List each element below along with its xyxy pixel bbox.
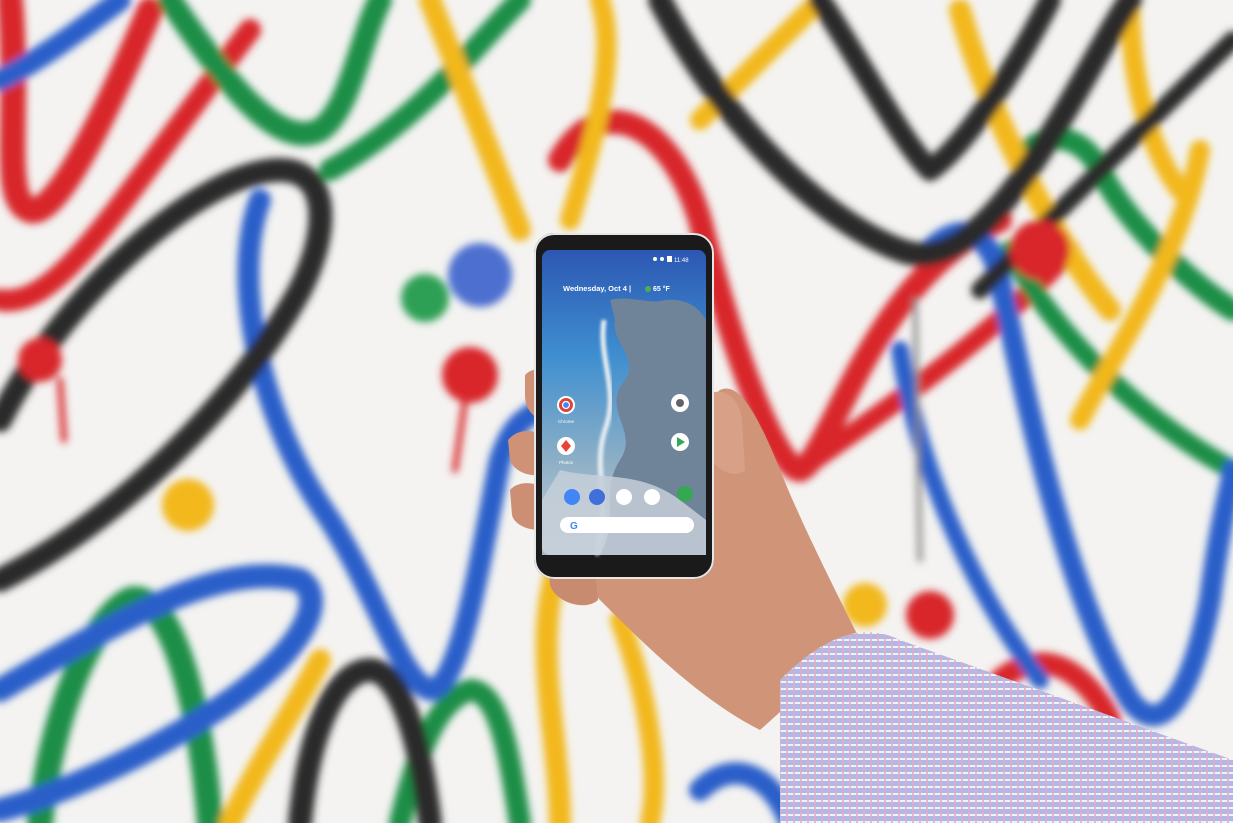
weather-icon (645, 286, 651, 292)
yellow-stroke (535, 549, 571, 823)
paint-drip (57, 377, 67, 443)
wifi-icon (653, 257, 657, 261)
red-paint-blob (1010, 220, 1070, 280)
phone: 11:48 Wednesday, Oct 4 | 65 °F Chrome Ph… (534, 233, 714, 579)
messages-icon[interactable] (616, 489, 632, 505)
yellow-paint-blob (162, 479, 214, 531)
photos-icon[interactable] (644, 489, 660, 505)
app-camera[interactable] (671, 394, 689, 412)
app-label: Photos (559, 460, 574, 465)
search-bar[interactable] (560, 517, 694, 533)
app-photos[interactable]: Photos (557, 437, 575, 465)
red-paint-blob (442, 347, 498, 403)
weather-temperature: 65 °F (653, 285, 671, 293)
red-paint-blob (18, 338, 62, 382)
google-g-icon: G (570, 521, 578, 532)
date-widget[interactable]: Wednesday, Oct 4 | (563, 284, 631, 293)
phone-icon[interactable] (564, 489, 580, 505)
battery-icon (667, 256, 672, 262)
photo-scene: 11:48 Wednesday, Oct 4 | 65 °F Chrome Ph… (0, 0, 1233, 823)
blue-paint-blob (448, 243, 512, 307)
red-paint-blob (906, 591, 954, 639)
maps-icon[interactable] (677, 486, 693, 502)
app-label: Chrome (558, 419, 575, 424)
contacts-icon[interactable] (589, 489, 605, 505)
app-chrome[interactable]: Chrome (557, 396, 575, 424)
status-time: 11:48 (674, 258, 689, 264)
signal-icon (660, 257, 664, 261)
app-play-store[interactable] (671, 433, 689, 451)
green-paint-blob (401, 274, 449, 322)
